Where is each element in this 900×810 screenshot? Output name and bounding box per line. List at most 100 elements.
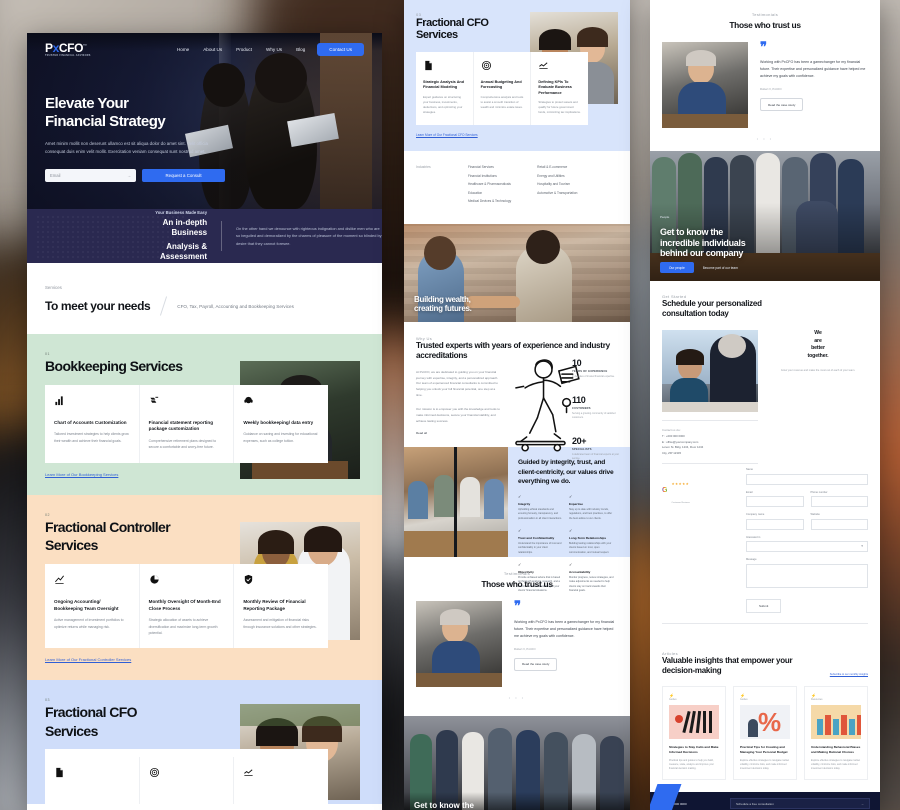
- google-reviews-badge[interactable]: G ★★★★★ Customer Reviews: [662, 472, 758, 508]
- industry-item[interactable]: Energy and Utilities: [537, 174, 577, 178]
- website-input[interactable]: [810, 518, 868, 530]
- industries-column-b: Retail & E-commerce Energy and Utilities…: [537, 165, 577, 208]
- slogan-paragraph: Grow your revenue and make the most out …: [780, 368, 856, 372]
- team-banner-partial: Get to know the: [404, 716, 630, 810]
- phone-label: Phone number: [810, 490, 828, 494]
- article-card[interactable]: ⚡ Resources Understanding Behavioral Bia…: [804, 686, 868, 781]
- read-case-study-button[interactable]: Read the case study: [514, 657, 558, 671]
- contact-us-button[interactable]: Contact Us: [317, 42, 364, 56]
- message-textarea[interactable]: [746, 563, 868, 588]
- industry-item[interactable]: Retail & E-commerce: [537, 165, 577, 169]
- nav-item-why-us[interactable]: Why Us: [266, 47, 282, 52]
- industry-item[interactable]: Medical Devices & Technology: [468, 199, 511, 203]
- industry-item[interactable]: Hospitality and Tourism: [537, 182, 577, 186]
- carousel-dots[interactable]: • • •: [416, 695, 618, 700]
- service-card[interactable]: Ongoing Accounting/ Bookkeeping Team Ove…: [45, 563, 140, 649]
- nav-item-about[interactable]: About Us: [203, 47, 222, 52]
- interested-label: Interested in: [746, 535, 761, 539]
- bookkeeping-number: 01: [45, 352, 50, 356]
- brand-tagline: TRUSTED FINANCIAL ADVISORS: [45, 54, 91, 57]
- bookkeeping-learn-more-link[interactable]: Learn More of Our Bookkeeping Services: [45, 472, 118, 477]
- controller-learn-more-link[interactable]: Learn More of Our Fractional Controller …: [45, 657, 131, 662]
- join-team-link[interactable]: Become part of our team: [703, 266, 738, 270]
- service-card[interactable]: Annual Budgeting And Forecasting Compreh…: [474, 51, 532, 126]
- hero-signup-form: Email → Request a Consult: [45, 168, 225, 182]
- service-card[interactable]: Strategic Analysis And Financial Modelin…: [416, 51, 474, 126]
- service-card[interactable]: [234, 757, 328, 804]
- hero-content: Elevate Your Financial Strategy Amet min…: [45, 95, 225, 182]
- request-consult-button[interactable]: Request a Consult: [142, 168, 225, 182]
- service-card[interactable]: [140, 757, 235, 805]
- nav-item-home[interactable]: Home: [177, 47, 189, 52]
- hero-title-line2: Financial Strategy: [45, 113, 166, 131]
- article-image: [811, 705, 861, 740]
- services-heading: To meet your needs: [45, 299, 151, 313]
- values-meeting-photo: [404, 447, 508, 558]
- message-label: Message: [746, 558, 757, 562]
- service-card[interactable]: Monthly Review Of Financial Reporting Pa…: [234, 564, 328, 648]
- services-subtitle: CFO, Tax, Payroll, Accounting and Bookke…: [177, 303, 294, 309]
- industry-item[interactable]: Healthcare & Pharmaceuticals: [468, 182, 511, 186]
- service-card[interactable]: [45, 757, 140, 805]
- headset-icon: [244, 396, 253, 403]
- target-icon: [481, 60, 491, 70]
- phone-input[interactable]: [810, 496, 868, 508]
- industry-item[interactable]: Automotive & Transportation: [537, 191, 577, 195]
- service-card-title: Chart of Accounts Customization: [54, 419, 127, 425]
- industry-item[interactable]: Financial Services: [468, 165, 511, 169]
- service-card[interactable]: Monthly Oversight Of Month-End Close Pro…: [140, 563, 235, 649]
- submit-button[interactable]: Submit: [746, 598, 782, 613]
- our-people-button[interactable]: Our people: [660, 262, 694, 273]
- nav-links: Home About Us Product Why Us Blog: [177, 47, 305, 52]
- cfo-learn-more-link[interactable]: Learn More of Our Fractional CFO Service…: [416, 133, 478, 137]
- pie-chart-icon: [150, 575, 159, 584]
- nav-item-product[interactable]: Product: [236, 47, 252, 52]
- consultation-photo: [662, 329, 758, 412]
- hero-email-input[interactable]: Email →: [45, 168, 137, 182]
- article-card[interactable]: ⚡ Guides Strategies to Stay Calm and Mak…: [662, 686, 726, 781]
- testimonial-author: Robert V, PxCFO: [514, 646, 536, 651]
- team-banner-line1: Get to know the: [414, 801, 474, 810]
- value-item: ✓ Long-Term Relationships Building lasti…: [569, 528, 620, 555]
- bar-phone[interactable]: ✆ +000 000 0000: [660, 802, 687, 806]
- article-card[interactable]: ⚡ Guides % Practical Tips for Creating a…: [733, 686, 797, 781]
- team-title-line1: Get to know the: [660, 227, 724, 238]
- nav-item-blog[interactable]: Blog: [296, 47, 305, 52]
- service-card[interactable]: Defining KPIs To Evaluate Business Perfo…: [531, 52, 588, 126]
- trusted-experts-section: Why us Trusted experts with years of exp…: [404, 321, 630, 460]
- industries-section: Industries Financial Services Financial …: [404, 151, 630, 224]
- service-card-desc: Guidance on saving and investing for edu…: [243, 432, 318, 443]
- bar-select-label: Schedule a free consultation: [736, 801, 774, 806]
- controller-number: 02: [45, 512, 50, 517]
- section-fractional-cfo-services: 03 Fractional CFO Services: [27, 680, 382, 805]
- article-title: Understanding Behavioral Biases and Maki…: [811, 745, 861, 754]
- stat-item: 110 CUSTOMERS Serving a growing communit…: [572, 395, 620, 420]
- hero-section: PxCFO™ TRUSTED FINANCIAL ADVISORS Home A…: [27, 33, 382, 209]
- email-input[interactable]: [746, 496, 804, 508]
- google-logo-icon: G: [662, 486, 668, 494]
- quote-mark-icon: ❞: [514, 598, 521, 614]
- carousel-dots[interactable]: • • •: [662, 136, 868, 141]
- cfo-number: 03: [45, 698, 50, 703]
- interested-select[interactable]: [746, 541, 868, 553]
- business-analysis-band: Your Business Made Easy An in-depth Busi…: [27, 209, 382, 263]
- service-card[interactable]: Chart of Accounts Customization Tailored…: [45, 384, 140, 463]
- stat-desc: A dedicated team of financial experts at…: [572, 452, 620, 461]
- company-input[interactable]: [746, 518, 804, 530]
- quote-mark-icon: ❞: [760, 39, 767, 54]
- name-input[interactable]: [746, 473, 868, 485]
- industry-item[interactable]: Education: [468, 191, 511, 195]
- subscribe-link[interactable]: Subscribe to our monthly insights: [830, 673, 868, 676]
- section-bookkeeping-services: 01 Bookkeeping Services Chart of Account…: [27, 334, 382, 495]
- brand-logo[interactable]: PxCFO™ TRUSTED FINANCIAL ADVISORS: [45, 41, 91, 57]
- band-kicker: Your Business Made Easy: [155, 209, 208, 215]
- check-icon: ✓: [518, 527, 522, 533]
- industries-label: Industries: [416, 165, 431, 170]
- testimonial-quote: Working with PxCFO has been a gamechange…: [514, 619, 615, 638]
- service-card[interactable]: Weekly bookkeeping/ data entry Guidance …: [234, 385, 328, 463]
- read-case-study-button[interactable]: Read the case study: [760, 98, 804, 112]
- industry-item[interactable]: Financial Institutions: [468, 174, 511, 178]
- schedule-consultation-select[interactable]: Schedule a free consultation →: [730, 798, 870, 810]
- cfo-cards: [45, 749, 328, 805]
- service-card[interactable]: Financial statement reporting package cu…: [140, 384, 235, 463]
